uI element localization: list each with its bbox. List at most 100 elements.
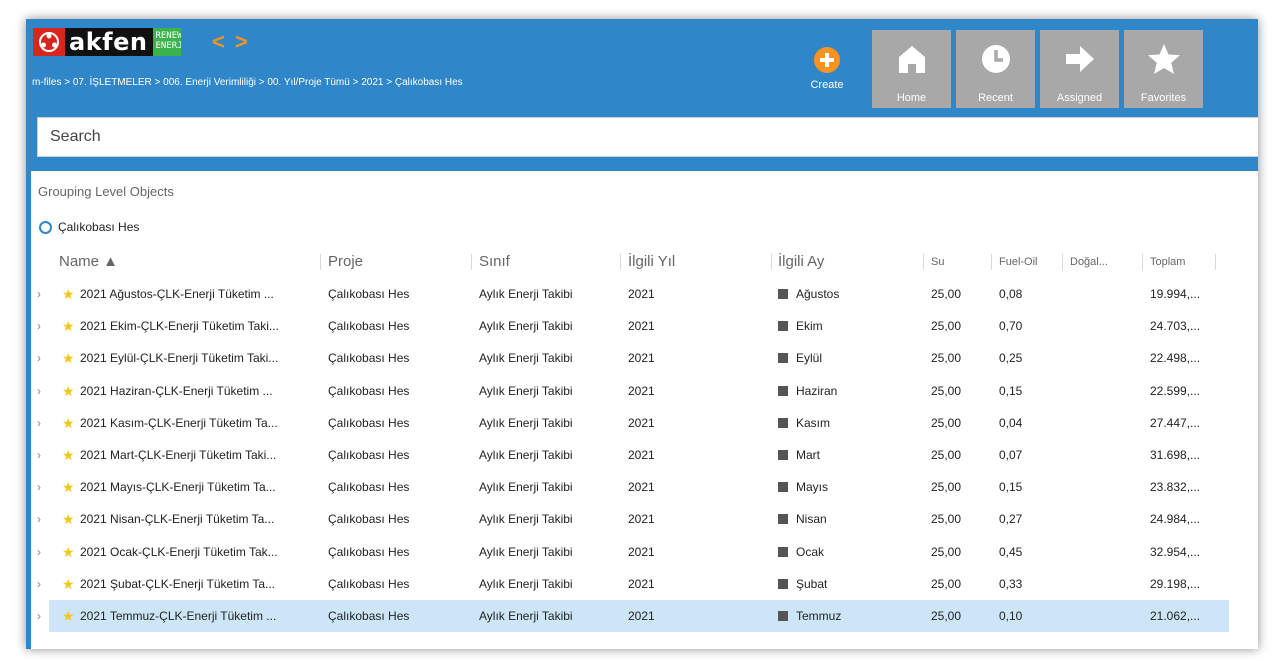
cell-proje: Çalıkobası Hes (328, 576, 410, 591)
table-row[interactable]: › ★ 2021 Eylül-ÇLK-Enerji Tüketim Taki... Ç… (26, 342, 1258, 374)
table-row[interactable]: › ★ 2021 Ocak-ÇLK-Enerji Tüketim Tak... Çal… (26, 536, 1258, 568)
col-proje[interactable]: Proje (328, 246, 472, 278)
cell-ay-text: Ağustos (796, 287, 840, 301)
cell-ay: Nisan (778, 503, 827, 535)
table-row[interactable]: › ★ 2021 Ağustos-ÇLK-Enerji Tüketim ... Çal… (26, 278, 1258, 310)
group-node-label: Çalıkobası Hes (58, 220, 140, 234)
table-row[interactable]: › ★ 2021 Haziran-ÇLK-Enerji Tüketim ... Çal… (26, 375, 1258, 407)
col-toplam[interactable]: Toplam (1150, 246, 1216, 278)
cell-toplam: 22.498,... (1150, 351, 1201, 366)
cell-sinif: Aylık Enerji Takibi (479, 448, 573, 462)
month-square-icon (778, 482, 788, 493)
cell-toplam: 24.984,... (1150, 512, 1201, 527)
cell-yil: 2021 (628, 448, 655, 462)
cell-proje: Çalıkobası Hes (328, 609, 410, 623)
favorite-star-icon[interactable]: ★ (62, 278, 75, 310)
cell-name: 2021 Ekim-ÇLK-Enerji Tüketim Taki... (80, 319, 279, 334)
col-fuel-oil[interactable]: Fuel-Oil (999, 246, 1063, 278)
expand-chevron-icon[interactable]: › (37, 568, 41, 600)
favorite-star-icon[interactable]: ★ (62, 310, 75, 342)
breadcrumb[interactable]: m-files > 07. İŞLETMELER > 006. Enerji V… (32, 77, 463, 88)
cell-sinif: Aylık Enerji Takibi (479, 351, 573, 366)
month-square-icon (778, 514, 788, 525)
cell-name: 2021 Temmuz-ÇLK-Enerji Tüketim ... (80, 609, 277, 623)
table-row[interactable]: › ★ 2021 Mayıs-ÇLK-Enerji Tüketim Ta... Çal… (26, 471, 1258, 503)
col-su[interactable]: Su (931, 246, 992, 278)
cell-ay-text: Nisan (796, 512, 827, 527)
cell-yil: 2021 (628, 383, 655, 398)
expand-chevron-icon[interactable]: › (37, 536, 41, 568)
cell-ay: Kasım (778, 407, 830, 439)
cell-fuel-oil: 0,15 (999, 383, 1023, 398)
cell-su: 25,00 (931, 383, 962, 398)
cell-ay: Ekim (778, 310, 823, 342)
tab-home-label: Home (896, 92, 927, 104)
cell-su: 25,00 (931, 512, 962, 527)
arrow-right-icon (1065, 46, 1094, 72)
table-row[interactable]: › ★ 2021 Şubat-ÇLK-Enerji Tüketim Ta... Çal… (26, 568, 1258, 600)
cell-yil: 2021 (628, 351, 655, 366)
cell-su: 25,00 (931, 319, 962, 334)
cell-name: 2021 Ocak-ÇLK-Enerji Tüketim Tak... (80, 544, 278, 559)
expand-chevron-icon[interactable]: › (37, 342, 41, 374)
group-node[interactable]: Çalıkobası Hes (39, 220, 139, 234)
col-ilgili-yil[interactable]: İlgili Yıl (628, 246, 772, 278)
search-bar: Search (26, 108, 1258, 170)
favorite-star-icon[interactable]: ★ (62, 568, 75, 600)
mfiles-window: akfen RENEW ENERJ < > m-files > 07. İŞLE… (26, 19, 1258, 649)
create-label: Create (810, 79, 844, 91)
expand-chevron-icon[interactable]: › (37, 503, 41, 535)
expand-chevron-icon[interactable]: › (37, 600, 41, 632)
col-toplam-label: Toplam (1150, 256, 1186, 268)
table-row[interactable]: › ★ 2021 Mart-ÇLK-Enerji Tüketim Taki... Ça… (26, 439, 1258, 471)
forward-arrow-icon[interactable]: > (235, 29, 248, 55)
table-row[interactable]: › ★ 2021 Ekim-ÇLK-Enerji Tüketim Taki... Ça… (26, 310, 1258, 342)
cell-sinif: Aylık Enerji Takibi (479, 383, 573, 398)
favorite-star-icon[interactable]: ★ (62, 536, 75, 568)
expand-chevron-icon[interactable]: › (37, 407, 41, 439)
table-row[interactable]: › ★ 2021 Kasım-ÇLK-Enerji Tüketim Ta... Çal… (26, 407, 1258, 439)
tab-assigned[interactable]: Assigned (1040, 30, 1119, 108)
cell-ay: Haziran (778, 375, 837, 407)
cell-ay: Ağustos (778, 278, 839, 310)
expand-chevron-icon[interactable]: › (37, 439, 41, 471)
col-dogal[interactable]: Doğal... (1070, 246, 1143, 278)
col-sinif[interactable]: Sınıf (479, 246, 621, 278)
table-row[interactable]: › ★ 2021 Temmuz-ÇLK-Enerji Tüketim ... Çalı… (26, 600, 1258, 632)
favorite-star-icon[interactable]: ★ (62, 503, 75, 535)
favorite-star-icon[interactable]: ★ (62, 407, 75, 439)
expand-chevron-icon[interactable]: › (37, 471, 41, 503)
group-title: Grouping Level Objects (38, 184, 174, 199)
tab-home[interactable]: Home (872, 30, 951, 108)
favorite-star-icon[interactable]: ★ (62, 342, 75, 374)
table-row[interactable]: › ★ 2021 Nisan-ÇLK-Enerji Tüketim Ta... Çal… (26, 503, 1258, 535)
create-button[interactable]: Create (802, 47, 852, 101)
month-square-icon (778, 417, 788, 428)
favorite-star-icon[interactable]: ★ (62, 471, 75, 503)
cell-proje: Çalıkobası Hes (328, 319, 410, 334)
tab-favorites[interactable]: Favorites (1124, 30, 1203, 108)
cell-toplam: 31.698,... (1150, 448, 1201, 462)
cell-toplam: 21.062,... (1150, 609, 1201, 623)
cell-name: 2021 Kasım-ÇLK-Enerji Tüketim Ta... (80, 415, 278, 430)
cell-sinif: Aylık Enerji Takibi (479, 287, 573, 301)
expand-chevron-icon[interactable]: › (37, 310, 41, 342)
logo-sub-line2: ENERJ (155, 41, 182, 51)
expand-chevron-icon[interactable]: › (37, 278, 41, 310)
cell-sinif: Aylık Enerji Takibi (479, 512, 573, 527)
search-input[interactable]: Search (37, 117, 1258, 157)
cell-ay: Temmuz (778, 600, 841, 632)
back-arrow-icon[interactable]: < (212, 29, 225, 55)
cell-name: 2021 Mart-ÇLK-Enerji Tüketim Taki... (80, 448, 277, 462)
grouping-ring-icon (39, 220, 52, 234)
tab-recent[interactable]: Recent (956, 30, 1035, 108)
favorite-star-icon[interactable]: ★ (62, 375, 75, 407)
favorite-star-icon[interactable]: ★ (62, 439, 75, 471)
expand-chevron-icon[interactable]: › (37, 375, 41, 407)
favorite-star-icon[interactable]: ★ (62, 600, 75, 632)
logo-text: akfen (65, 28, 154, 56)
cell-proje: Çalıkobası Hes (328, 448, 410, 462)
col-name[interactable]: Name ▲ (59, 246, 321, 278)
cell-sinif: Aylık Enerji Takibi (479, 576, 573, 591)
col-ilgili-ay[interactable]: İlgili Ay (778, 246, 924, 278)
